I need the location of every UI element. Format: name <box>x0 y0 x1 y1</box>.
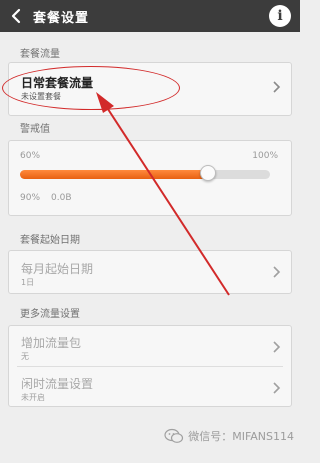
wechat-icon <box>164 428 184 443</box>
watermark-text: 微信号：MIFANS114 <box>188 430 294 443</box>
annotation-arrow <box>96 92 230 296</box>
watermark: 微信号：MIFANS114 <box>164 427 294 445</box>
